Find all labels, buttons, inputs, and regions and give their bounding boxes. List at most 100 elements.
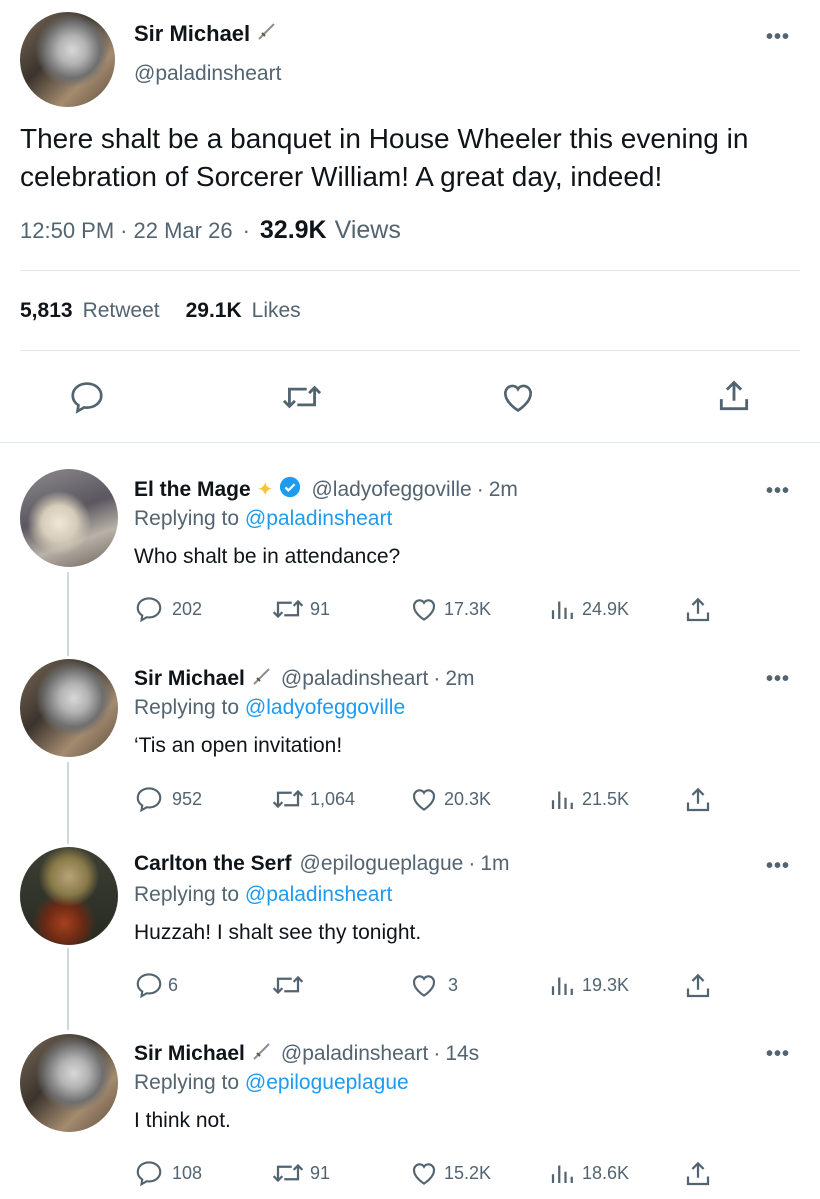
dagger-icon xyxy=(251,665,273,692)
reply-author-name[interactable]: Sir Michael xyxy=(134,1042,245,1066)
reply-age[interactable]: 14s xyxy=(445,1042,479,1066)
reply-text: ‘Tis an open invitation! xyxy=(134,734,343,757)
share-button[interactable] xyxy=(683,594,713,626)
divider xyxy=(0,442,820,443)
verified-badge-icon xyxy=(279,476,301,503)
tweet-date[interactable]: 22 Mar 26 xyxy=(134,218,233,244)
engagement-stats: 5,813 Retweet 29.1K Likes xyxy=(20,299,301,323)
retweet-button[interactable]: 91 xyxy=(270,1158,330,1188)
reply-author-name[interactable]: Carlton the Serf xyxy=(134,852,292,876)
like-count: 20.3K xyxy=(444,788,492,809)
views-count: 24.9K xyxy=(582,598,630,619)
replying-to: Replying to @epilogueplague xyxy=(134,1071,409,1094)
reply-count: 6 xyxy=(168,974,179,995)
replying-to-link[interactable]: @ladyofeggoville xyxy=(245,696,405,719)
reply-header: Carlton the Serf @epilogueplague · 1m xyxy=(134,852,510,876)
replying-to-link[interactable]: @epilogueplague xyxy=(245,1071,409,1094)
views-button[interactable]: 19.3K xyxy=(548,970,629,1000)
avatar-sir-michael[interactable] xyxy=(20,1034,118,1132)
thread-line xyxy=(67,762,69,844)
retweet-icon xyxy=(272,789,304,809)
more-icon[interactable]: ••• xyxy=(766,668,790,691)
avatar-sir-michael[interactable] xyxy=(20,12,115,107)
retweets-count[interactable]: 5,813 xyxy=(20,299,73,323)
views-button[interactable]: 24.9K xyxy=(548,594,629,624)
likes-label[interactable]: Likes xyxy=(252,299,301,323)
share-icon xyxy=(686,597,710,622)
main-author-handle[interactable]: @paladinsheart xyxy=(134,62,281,86)
views-count: 19.3K xyxy=(582,974,630,995)
like-button[interactable]: 20.3K xyxy=(408,784,491,814)
retweet-button[interactable]: 91 xyxy=(270,594,330,624)
reply-author-name[interactable]: Sir Michael xyxy=(134,667,245,691)
reply-age[interactable]: 2m xyxy=(445,667,474,691)
views-count: 21.5K xyxy=(582,788,630,809)
reply-author-handle[interactable]: @ladyofeggoville xyxy=(311,478,471,502)
reply-button[interactable]: 202 xyxy=(134,594,202,624)
more-icon[interactable]: ••• xyxy=(766,26,790,49)
reply-button[interactable]: 108 xyxy=(134,1158,202,1188)
main-tweet-text: There shalt be a banquet in House Wheele… xyxy=(20,123,749,192)
share-button[interactable] xyxy=(683,970,713,1002)
sparkles-icon: ✦ xyxy=(256,479,274,501)
divider xyxy=(20,270,800,271)
reply-button[interactable] xyxy=(68,378,106,416)
reply-header: El the Mage ✦ @ladyofeggoville · 2m xyxy=(134,476,518,503)
views-count: 18.6K xyxy=(582,1162,630,1183)
reply-author-name[interactable]: El the Mage xyxy=(134,478,251,502)
like-icon xyxy=(503,384,533,413)
views-count: 32.9K xyxy=(259,216,327,244)
share-button[interactable] xyxy=(683,1158,713,1190)
like-button[interactable]: 17.3K xyxy=(408,594,491,624)
views-button[interactable]: 21.5K xyxy=(548,784,629,814)
reply-icon xyxy=(136,973,162,999)
retweet-button[interactable]: 1,064 xyxy=(270,784,355,814)
retweet-button[interactable] xyxy=(280,378,324,416)
retweet-icon xyxy=(272,975,304,995)
more-icon[interactable]: ••• xyxy=(766,480,790,503)
tweet-time[interactable]: 12:50 PM xyxy=(20,218,114,244)
retweet-button[interactable] xyxy=(270,970,310,1000)
like-button[interactable]: 15.2K xyxy=(408,1158,491,1188)
like-icon xyxy=(412,789,436,811)
avatar-el-the-mage[interactable] xyxy=(20,469,118,567)
reply-author-handle[interactable]: @paladinsheart xyxy=(281,667,428,691)
thread-line xyxy=(67,948,69,1030)
like-button[interactable] xyxy=(498,378,538,416)
reply-button[interactable]: 6 xyxy=(134,970,178,1000)
avatar-carlton-the-serf[interactable] xyxy=(20,847,118,945)
reply-icon xyxy=(71,382,103,414)
reply-age[interactable]: 1m xyxy=(480,852,509,876)
main-author-name[interactable]: Sir Michael xyxy=(134,21,250,47)
share-icon xyxy=(719,380,749,411)
like-icon xyxy=(412,975,436,997)
retweet-icon xyxy=(282,385,322,409)
share-button[interactable] xyxy=(715,376,753,416)
avatar-sir-michael[interactable] xyxy=(20,659,118,757)
like-count: 15.2K xyxy=(444,1162,492,1183)
views-button[interactable]: 18.6K xyxy=(548,1158,629,1188)
reply-age[interactable]: 2m xyxy=(489,478,518,502)
retweet-count: 91 xyxy=(310,1162,331,1183)
replying-to-link[interactable]: @paladinsheart xyxy=(245,507,392,530)
retweet-count: 1,064 xyxy=(310,788,356,809)
more-icon[interactable]: ••• xyxy=(766,1043,790,1066)
like-count: 3 xyxy=(448,974,459,995)
reply-author-handle[interactable]: @epilogueplague xyxy=(300,852,464,876)
replying-to: Replying to @ladyofeggoville xyxy=(134,696,406,719)
like-button[interactable]: 3 xyxy=(408,970,458,1000)
reply-author-handle[interactable]: @paladinsheart xyxy=(281,1042,428,1066)
dagger-icon xyxy=(256,20,278,47)
views-icon xyxy=(551,1165,573,1183)
reply-icon xyxy=(136,1161,162,1187)
reply-button[interactable]: 952 xyxy=(134,784,202,814)
replying-to-link[interactable]: @paladinsheart xyxy=(245,883,392,906)
retweets-label[interactable]: Retweet xyxy=(83,299,160,323)
views-icon xyxy=(551,977,573,995)
likes-count[interactable]: 29.1K xyxy=(186,299,242,323)
divider xyxy=(20,350,800,351)
reply-text: I think not. xyxy=(134,1109,231,1132)
more-icon[interactable]: ••• xyxy=(766,855,790,878)
share-button[interactable] xyxy=(683,784,713,816)
main-author[interactable]: Sir Michael xyxy=(134,20,278,47)
